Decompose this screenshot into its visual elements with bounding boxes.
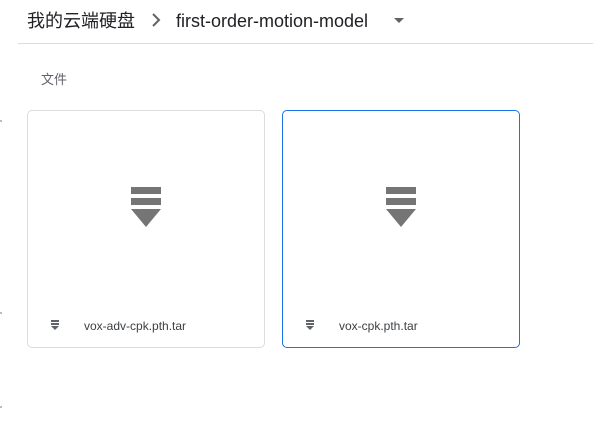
- edge-fragment: [0, 406, 2, 408]
- file-card-selected[interactable]: vox-cpk.pth.tar: [282, 110, 520, 348]
- files-section-label: 文件: [41, 72, 68, 87]
- caret-down-icon[interactable]: [394, 18, 404, 24]
- breadcrumb-my-drive[interactable]: 我的云端硬盘: [27, 9, 135, 33]
- archive-file-icon: [131, 187, 161, 227]
- archive-file-icon: [51, 320, 59, 330]
- file-card-footer: vox-adv-cpk.pth.tar: [28, 311, 264, 341]
- file-name: vox-cpk.pth.tar: [339, 319, 418, 333]
- edge-fragment: [0, 120, 2, 122]
- file-name: vox-adv-cpk.pth.tar: [84, 319, 187, 333]
- file-card-footer: vox-cpk.pth.tar: [283, 311, 519, 341]
- edge-fragment: [0, 312, 2, 314]
- breadcrumb-current-folder[interactable]: first-order-motion-model: [176, 9, 368, 33]
- file-card[interactable]: vox-adv-cpk.pth.tar: [27, 110, 265, 348]
- archive-file-icon: [386, 187, 416, 227]
- archive-file-icon: [306, 320, 314, 330]
- breadcrumb-header: 我的云端硬盘 first-order-motion-model: [18, 0, 593, 44]
- chevron-right-icon: [152, 13, 161, 27]
